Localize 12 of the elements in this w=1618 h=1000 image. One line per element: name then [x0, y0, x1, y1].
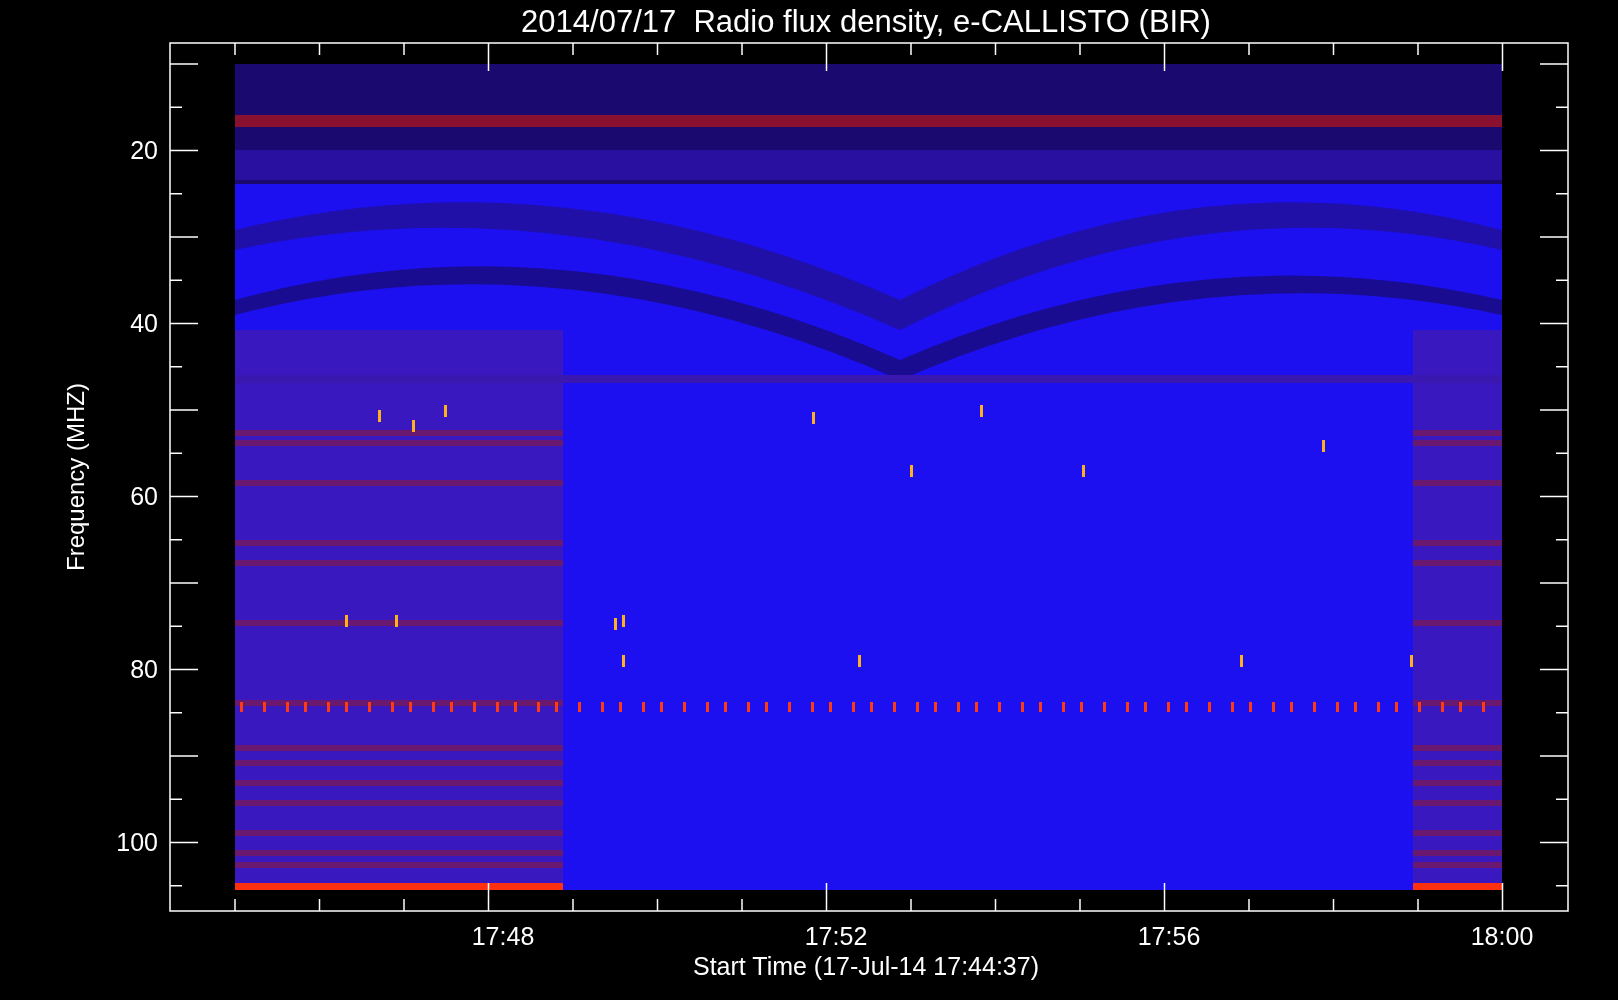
- y-tick-label: 40: [130, 309, 158, 337]
- x-tick-label: 18:00: [1470, 922, 1534, 950]
- x-tick-label: 17:52: [804, 922, 868, 950]
- y-tick-label: 80: [130, 655, 158, 683]
- y-tick-label: 60: [130, 482, 158, 510]
- y-tick-label: 20: [130, 136, 158, 164]
- x-tick-label: 17:48: [471, 922, 535, 950]
- x-tick-label: 17:56: [1137, 922, 1201, 950]
- y-axis-label: Frequency (MHZ): [62, 383, 89, 571]
- x-axis-label: Start Time (17-Jul-14 17:44:37): [693, 952, 1039, 980]
- chart-title: 2014/07/17 Radio flux density, e-CALLISTO (BIR): [521, 4, 1211, 39]
- y-tick-label: 100: [116, 828, 158, 856]
